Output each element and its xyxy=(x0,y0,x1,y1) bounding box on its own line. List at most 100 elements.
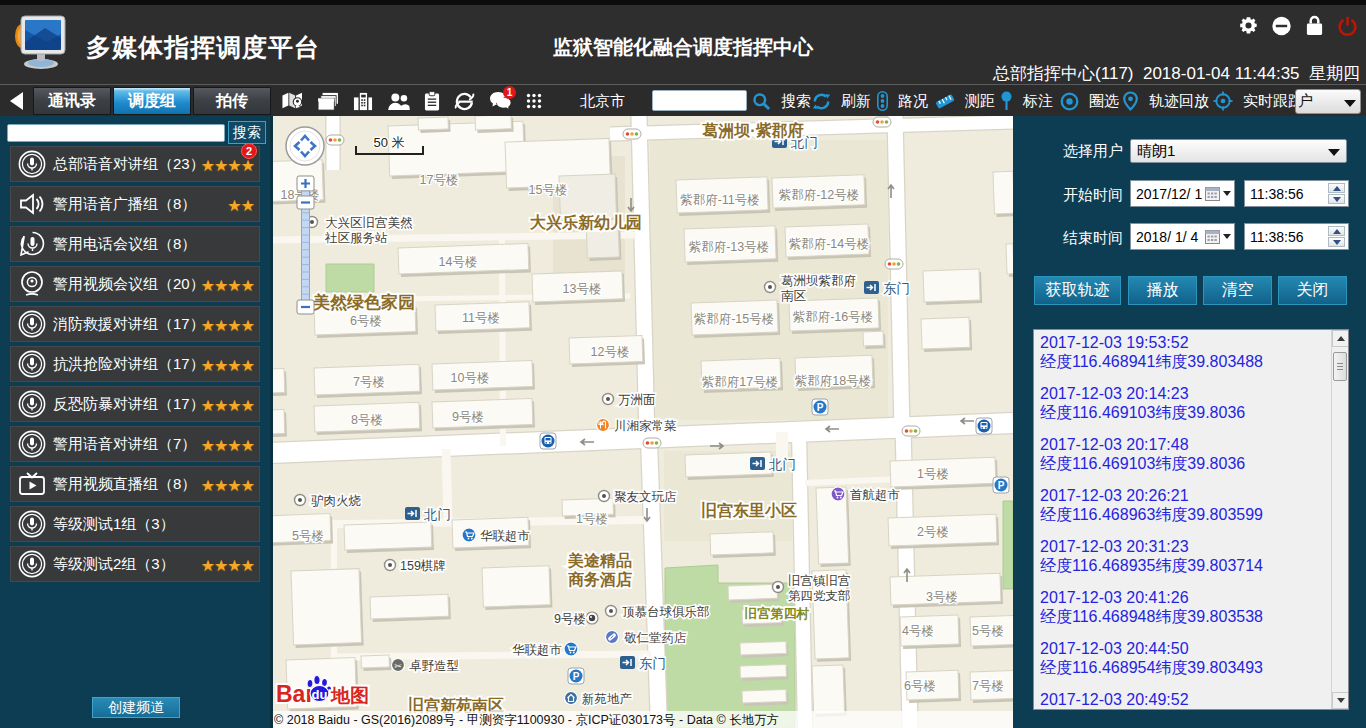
action-label: 搜索 xyxy=(781,92,811,111)
calendar-icon[interactable] xyxy=(1203,187,1231,201)
mic-circle-icon xyxy=(18,150,46,178)
track-entry[interactable]: 2017-12-03 19:53:52经度116.468941纬度39.8034… xyxy=(1040,333,1331,371)
action-label: 测距 xyxy=(965,92,995,111)
group-search-input[interactable] xyxy=(7,124,225,142)
track-entry[interactable]: 2017-12-03 20:31:23经度116.468935纬度39.8037… xyxy=(1040,537,1331,575)
map-building xyxy=(993,171,1013,214)
power-icon[interactable] xyxy=(1337,15,1358,36)
lock-icon[interactable] xyxy=(1304,15,1325,36)
map-canvas[interactable]: 17号楼15号楼18号楼14号楼13号楼6号楼11号楼12号楼7号楼10号楼8号… xyxy=(270,116,1013,728)
map-building-label: 4号楼 xyxy=(902,624,934,638)
map-building xyxy=(921,317,970,349)
baidu-logo-paw-icon xyxy=(314,676,320,685)
group-item[interactable]: 警用视频直播组（8）★★★★ xyxy=(10,466,260,502)
group-item[interactable]: 消防救援对讲组（17）★★★★ xyxy=(10,306,260,342)
map-building-label: 紫郡府18号楼 xyxy=(794,374,871,388)
center-title: 监狱智能化融合调度指挥中心 xyxy=(0,34,1366,61)
action-search[interactable]: 搜索 xyxy=(752,89,811,113)
track-time: 2017-12-03 20:41:26 xyxy=(1040,588,1331,607)
refresh-icon xyxy=(812,92,836,111)
group-item[interactable]: 抗洪抢险对讲组（17）★★★★ xyxy=(10,346,260,382)
action-refresh[interactable]: 刷新 xyxy=(812,89,871,113)
start-date-field[interactable]: 2017/12/ 1 xyxy=(1130,180,1235,207)
bus-stop-icon xyxy=(981,427,983,429)
circle-select-icon xyxy=(1060,92,1084,111)
poi-label: 社区服务站 xyxy=(324,231,388,245)
get-track-button[interactable]: 获取轨迹 xyxy=(1034,276,1121,305)
tv-play-icon xyxy=(18,470,46,498)
clear-button[interactable]: 清空 xyxy=(1203,276,1272,305)
action-track-playback[interactable]: 轨迹回放 xyxy=(1122,89,1209,113)
map-building-label: 1号楼 xyxy=(576,512,608,526)
track-coord: 经度116.469103纬度39.8036 xyxy=(1040,454,1331,473)
track-list[interactable]: 2017-12-03 19:53:52经度116.468941纬度39.8034… xyxy=(1033,329,1349,710)
scroll-down-icon[interactable] xyxy=(1332,692,1349,709)
map-scale-label: 50 米 xyxy=(373,135,404,150)
end-date-field[interactable]: 2018/ 1/ 4 xyxy=(1130,223,1235,250)
map-building xyxy=(475,116,511,130)
end-time-field[interactable]: 11:38:56 xyxy=(1244,223,1349,250)
poi-label: 南区 xyxy=(781,289,807,303)
track-coord: 经度116.468935纬度39.803714 xyxy=(1040,556,1331,575)
track-time: 2017-12-03 20:49:52 xyxy=(1040,690,1331,709)
close-button[interactable]: 关闭 xyxy=(1278,276,1347,305)
create-channel-button[interactable]: 创建频道 xyxy=(92,697,180,718)
group-item[interactable]: 警用电话会议组（8） xyxy=(10,226,260,262)
district-label: 商务酒店 xyxy=(568,570,632,588)
action-marker[interactable]: 标注 xyxy=(1000,89,1053,113)
track-entry[interactable]: 2017-12-03 20:17:48经度116.469103纬度39.8036 xyxy=(1040,435,1331,473)
minimize-icon[interactable] xyxy=(1271,15,1292,36)
start-time-field[interactable]: 11:38:56 xyxy=(1244,180,1349,207)
map-building xyxy=(728,584,777,600)
group-search-button[interactable]: 搜索 xyxy=(228,121,266,144)
group-name: 总部语音对讲组（23） xyxy=(53,155,205,174)
group-item[interactable]: 警用语音广播组（8）★★ xyxy=(10,186,260,222)
action-traffic[interactable]: 路况 xyxy=(877,89,928,113)
traffic-light-yellow xyxy=(909,429,913,433)
district-label: 美然绿色家园 xyxy=(312,292,415,312)
traffic-light-yellow xyxy=(333,138,337,142)
map-building-label: 5号楼 xyxy=(292,529,324,543)
group-item[interactable]: 警用语音对讲组（7）★★★★ xyxy=(10,426,260,462)
action-label: 路况 xyxy=(898,92,928,111)
track-time: 2017-12-03 20:14:23 xyxy=(1040,384,1331,403)
group-item[interactable]: 警用视频会议组（20）★★★★ xyxy=(10,266,260,302)
action-circle-select[interactable]: 圈选 xyxy=(1060,89,1119,113)
track-entry[interactable]: 2017-12-03 20:44:50经度116.468954纬度39.8034… xyxy=(1040,639,1331,677)
group-item[interactable]: 总部语音对讲组（23）★★★★2 xyxy=(10,146,260,182)
track-entry[interactable]: 2017-12-03 20:14:23经度116.469103纬度39.8036 xyxy=(1040,384,1331,422)
scroll-thumb[interactable] xyxy=(1333,352,1347,381)
track-scrollbar[interactable] xyxy=(1331,330,1348,709)
group-item[interactable]: 等级测试2组（3）★★★★ xyxy=(10,546,260,582)
track-panel: 选择用户 晴朗1 开始时间 2017/12/ 1 11:38:56 结束时间 2… xyxy=(1013,116,1366,728)
track-coord: 经度116.468941纬度39.803488 xyxy=(1040,352,1331,371)
map-building xyxy=(740,641,786,655)
user-combo[interactable]: 户 xyxy=(1295,89,1361,114)
scroll-up-icon[interactable] xyxy=(1332,330,1349,347)
time-spinner[interactable] xyxy=(1328,226,1345,247)
header-bar: 多媒体指挥调度平台 监狱智能化融合调度指挥中心 总部指挥中心(117) 2018… xyxy=(0,0,1366,84)
billiards-icon xyxy=(589,615,595,621)
map-pan-control[interactable] xyxy=(286,127,324,165)
action-realtime-track[interactable]: 实时跟踪 xyxy=(1213,89,1303,113)
start-time-value: 11:38:56 xyxy=(1250,186,1303,202)
group-item[interactable]: 反恐防暴对讲组（17）★★★★ xyxy=(10,386,260,422)
traffic-light-red xyxy=(626,132,630,136)
supermarket-icon xyxy=(471,538,473,540)
action-measure[interactable]: 测距 xyxy=(935,89,995,113)
map-building-label: 13号楼 xyxy=(563,282,602,296)
poi-label: 首航超市 xyxy=(850,488,900,502)
group-item[interactable]: 等级测试1组（3） xyxy=(10,506,260,542)
play-button[interactable]: 播放 xyxy=(1128,276,1197,305)
group-stars: ★★ xyxy=(227,196,254,215)
time-spinner[interactable] xyxy=(1328,183,1345,204)
settings-icon[interactable] xyxy=(1238,15,1259,36)
track-entry[interactable]: 2017-12-03 20:41:26经度116.468948纬度39.8035… xyxy=(1040,588,1331,626)
select-user-combo[interactable]: 晴朗1 xyxy=(1130,139,1347,163)
track-entry[interactable]: 2017-12-03 20:26:21经度116.468963纬度39.8035… xyxy=(1040,486,1331,524)
action-label: 圈选 xyxy=(1089,92,1119,111)
group-name: 消防救援对讲组（17） xyxy=(53,315,205,334)
track-entry[interactable]: 2017-12-03 20:49:52经度116.468948纬度39.8035… xyxy=(1040,690,1331,709)
traffic-light-green xyxy=(897,262,901,266)
calendar-icon[interactable] xyxy=(1203,230,1231,244)
